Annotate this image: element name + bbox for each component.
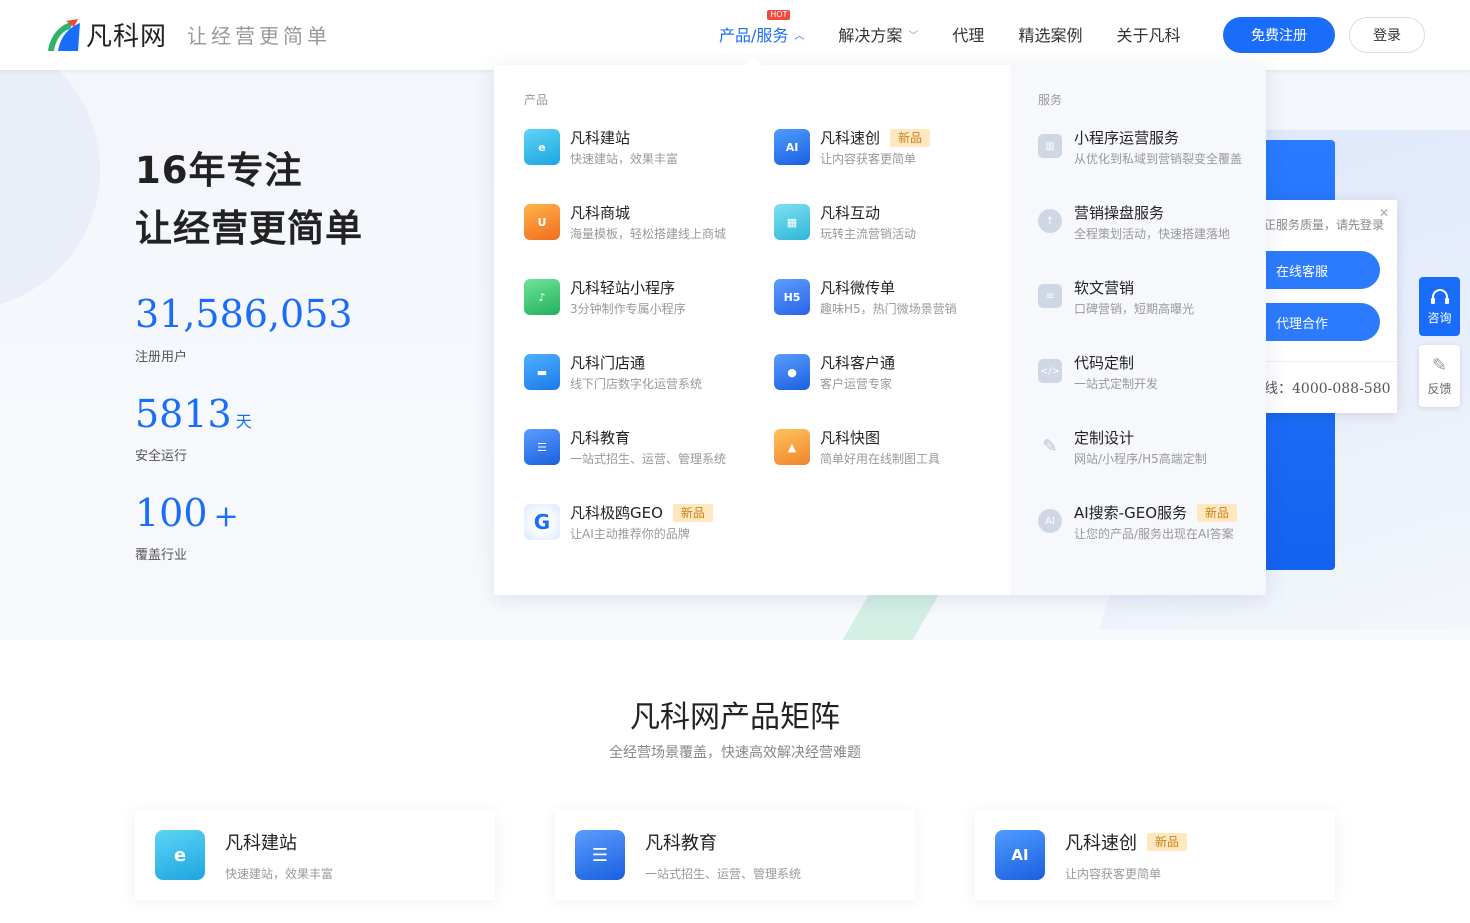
matrix-subtitle: 全经营场景覆盖，快速高效解决经营难题 — [609, 745, 861, 761]
headset-icon — [1430, 288, 1449, 304]
logo[interactable]: 凡科网 让经营更简单 — [44, 16, 331, 53]
hero-title-line1: 16年专注 — [135, 149, 303, 192]
hero-title: 16年专注 让经营更简单 — [135, 142, 363, 258]
consult-button[interactable]: 咨询 — [1419, 277, 1460, 336]
services-heading: 服务 — [1038, 93, 1063, 107]
book-icon: ☰ — [575, 830, 625, 880]
consult-label: 咨询 — [1427, 310, 1452, 325]
logo-name: 凡科网 — [86, 22, 168, 52]
chevron-up-icon: ︿ — [794, 30, 805, 42]
nav-item-label: 精选案例 — [1018, 26, 1083, 45]
menu-item-store[interactable]: ▬ 凡科门店通 线下门店数字化运营系统 — [524, 353, 774, 393]
nav-item-label: 产品/服务 — [719, 26, 789, 45]
dropdown-products-column: 产品 e 凡科建站 快速建站，效果丰富 AI 凡科速创 新品 让内容获客更简单 U 凡… — [494, 65, 1010, 595]
close-icon[interactable]: ✕ — [1379, 206, 1389, 220]
stat-uptime-unit: 天 — [235, 412, 252, 431]
design-icon: ✎ — [1042, 435, 1058, 457]
new-badge: 新品 — [890, 129, 931, 147]
h5-icon: H5 — [774, 279, 810, 315]
customer-icon: ● — [774, 354, 810, 390]
product-card-education[interactable]: ☰ 凡科教育 一站式招生、运营、管理系统 — [555, 810, 915, 900]
menu-item-customer[interactable]: ● 凡科客户通 客户运营专家 — [774, 353, 1024, 393]
new-badge: 新品 — [672, 504, 713, 522]
stat-registered-users-label: 注册用户 — [135, 350, 188, 365]
products-heading: 产品 — [524, 93, 549, 107]
register-button[interactable]: 免费注册 — [1223, 17, 1335, 53]
new-badge: 新品 — [1197, 504, 1238, 522]
rocket-icon: ↑ — [1038, 209, 1062, 233]
geo-icon: G — [524, 504, 560, 540]
menu-item-website[interactable]: e 凡科建站 快速建站，效果丰富 — [524, 128, 774, 168]
pencil-icon: ✎ — [1431, 355, 1448, 376]
menu-item-suchuang[interactable]: AI 凡科速创 新品 让内容获客更简单 — [774, 128, 1024, 168]
nav-item-solutions[interactable]: 解决方案 ﹀ — [838, 22, 918, 46]
mini-program-icon: ♪ — [524, 279, 560, 315]
dropdown-services-column: 服务 ▥ 小程序运营服务 从优化到私域到营销裂变全覆盖 ↑ 营销操盘服务 全程策划活… — [1010, 65, 1266, 595]
product-card-website[interactable]: e 凡科建站 快速建站，效果丰富 — [135, 810, 495, 900]
popup-login-hint: 正服务质量，请先登录 — [1264, 218, 1385, 232]
online-service-button[interactable]: 在线客服 — [1250, 251, 1380, 289]
ai-search-icon: AI — [1038, 509, 1062, 533]
image-icon: ▲ — [774, 429, 810, 465]
nav-item-label: 代理 — [952, 26, 985, 45]
hotline-number: 线：4000-088-580 — [1264, 381, 1391, 397]
menu-item-soft-article[interactable]: ≡ 软文营销 口碑营销，短期高曝光 — [1038, 278, 1266, 318]
store-icon: ▬ — [524, 354, 560, 390]
code-icon: </> — [1038, 359, 1062, 383]
menu-item-ai-search-geo[interactable]: AI AI搜索-GEO服务 新品 让您的产品/服务出现在AI答案 — [1038, 503, 1266, 543]
agent-cooperation-button[interactable]: 代理合作 — [1250, 303, 1380, 341]
article-icon: ≡ — [1038, 284, 1062, 308]
chevron-down-icon: ﹀ — [908, 30, 919, 42]
stat-registered-users-value: 31,586,053 — [135, 292, 353, 336]
new-badge: 新品 — [1147, 832, 1188, 851]
nav-item-about[interactable]: 关于凡科 — [1116, 22, 1180, 46]
logo-mark-icon — [48, 18, 80, 51]
menu-item-kuaitu[interactable]: ▲ 凡科快图 简单好用在线制图工具 — [774, 428, 1024, 468]
book-icon: ☰ — [524, 429, 560, 465]
menu-item-custom-design[interactable]: ✎ 定制设计 网站/小程序/H5高端定制 — [1038, 428, 1266, 468]
menu-item-custom-code[interactable]: </> 代码定制 一站式定制开发 — [1038, 353, 1266, 393]
login-button[interactable]: 登录 — [1349, 17, 1425, 53]
stat-uptime-value: 5813 天 — [135, 392, 252, 436]
matrix-title: 凡科网产品矩阵 — [630, 700, 840, 735]
stat-industries-label: 覆盖行业 — [135, 548, 188, 563]
website-icon: e — [155, 830, 205, 880]
logo-slogan: 让经营更简单 — [187, 24, 332, 48]
menu-item-mini-program-ops[interactable]: ▥ 小程序运营服务 从优化到私域到营销裂变全覆盖 — [1038, 128, 1266, 168]
top-header: 凡科网 让经营更简单 HOT 产品/服务 ︿ 解决方案 ﹀ 代理 精选案例 关于… — [0, 0, 1470, 70]
menu-item-flyer[interactable]: H5 凡科微传单 趣味H5，热门微场景营销 — [774, 278, 1024, 318]
hot-badge: HOT — [767, 10, 791, 20]
menu-item-geo[interactable]: G 凡科极鸥GEO 新品 让AI主动推荐你的品牌 — [524, 503, 774, 543]
menu-item-interactive[interactable]: ▦ 凡科互动 玩转主流营销活动 — [774, 203, 1024, 243]
menu-item-marketing-ops[interactable]: ↑ 营销操盘服务 全程策划活动，快速搭建落地 — [1038, 203, 1266, 243]
nav-item-agent[interactable]: 代理 — [952, 22, 984, 46]
stat-industries-value: 100 + — [135, 491, 239, 535]
website-icon: e — [524, 129, 560, 165]
nav-item-label: 解决方案 — [838, 26, 903, 45]
service-popup: 正服务质量，请先登录 ✕ 在线客服 代理合作 线：4000-088-580 — [1250, 200, 1397, 413]
product-card-suchuang[interactable]: AI 凡科速创 新品 让内容获客更简单 — [975, 810, 1335, 900]
menu-item-mini-program[interactable]: ♪ 凡科轻站小程序 3分钟制作专属小程序 — [524, 278, 774, 318]
stat-uptime-label: 安全运行 — [135, 449, 188, 464]
menu-item-mall[interactable]: U 凡科商城 海量模板，轻松搭建线上商城 — [524, 203, 774, 243]
stat-industries-unit: + — [213, 499, 239, 534]
menu-item-education[interactable]: ☰ 凡科教育 一站式招生、运营、管理系统 — [524, 428, 774, 468]
feedback-label: 反馈 — [1427, 382, 1452, 396]
nav-item-products-services[interactable]: HOT 产品/服务 ︿ — [719, 10, 805, 46]
ai-icon: AI — [995, 830, 1045, 880]
gift-icon: ▦ — [774, 204, 810, 240]
products-services-dropdown: 产品 e 凡科建站 快速建站，效果丰富 AI 凡科速创 新品 让内容获客更简单 U 凡… — [494, 56, 1266, 595]
main-nav: HOT 产品/服务 ︿ 解决方案 ﹀ 代理 精选案例 关于凡科 — [719, 10, 1214, 46]
ai-icon: AI — [774, 129, 810, 165]
chart-icon: ▥ — [1038, 134, 1062, 158]
hero-decoration — [0, 70, 100, 310]
popup-hotline: 线：4000-088-580 — [1250, 361, 1397, 413]
feedback-button[interactable]: ✎ 反馈 — [1419, 345, 1460, 407]
nav-item-cases[interactable]: 精选案例 — [1018, 22, 1082, 46]
nav-item-label: 关于凡科 — [1116, 26, 1181, 45]
hero-title-line2: 让经营更简单 — [135, 207, 363, 250]
shopping-bag-icon: U — [524, 204, 560, 240]
